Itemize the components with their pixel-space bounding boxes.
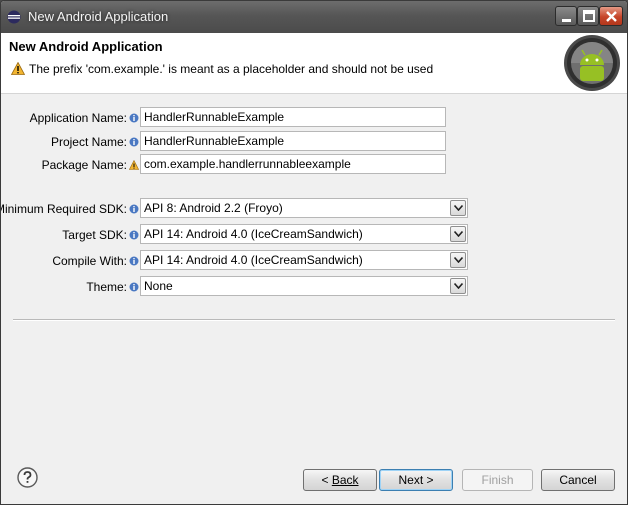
wizard-header: New Android Application The prefix 'com.… <box>1 33 627 94</box>
title-bar[interactable]: New Android Application <box>1 1 627 33</box>
finish-button[interactable]: Finish <box>462 469 533 491</box>
back-button[interactable]: < Back <box>303 469 377 491</box>
application-name-label: Application Name: <box>29 111 127 125</box>
min-sdk-label: Minimum Required SDK: <box>0 202 127 216</box>
minimize-icon <box>562 19 571 22</box>
compile-with-label: Compile With: <box>52 254 127 268</box>
package-name-input[interactable] <box>140 154 446 174</box>
close-button[interactable] <box>599 6 623 26</box>
info-icon <box>129 136 139 147</box>
minimize-button[interactable] <box>555 6 577 26</box>
package-name-label: Package Name: <box>41 158 127 172</box>
maximize-icon <box>583 10 595 22</box>
android-logo <box>563 34 621 95</box>
project-name-input[interactable] <box>140 131 446 151</box>
close-icon <box>606 11 617 22</box>
separator <box>13 319 615 321</box>
target-sdk-label: Target SDK: <box>62 228 127 242</box>
maximize-button[interactable] <box>577 6 599 26</box>
header-message: The prefix 'com.example.' is meant as a … <box>29 62 434 76</box>
theme-label: Theme: <box>86 280 127 294</box>
chevron-down-icon[interactable] <box>450 252 466 268</box>
warning-icon <box>128 159 140 170</box>
page-title: New Android Application <box>9 39 163 54</box>
help-icon <box>17 467 38 488</box>
chevron-down-icon[interactable] <box>450 226 466 242</box>
project-name-label: Project Name: <box>50 135 127 149</box>
info-icon <box>129 112 139 123</box>
dialog-window: New Android Application New Android Appl… <box>0 0 628 505</box>
info-icon <box>129 255 139 266</box>
compile-with-select[interactable]: API 14: Android 4.0 (IceCreamSandwich) <box>140 250 468 270</box>
chevron-down-icon[interactable] <box>450 200 466 216</box>
back-button-label: Back <box>331 473 359 487</box>
chevron-down-icon[interactable] <box>450 278 466 294</box>
theme-select[interactable]: None <box>140 276 468 296</box>
application-name-input[interactable] <box>140 107 446 127</box>
cancel-button[interactable]: Cancel <box>541 469 615 491</box>
target-sdk-select[interactable]: API 14: Android 4.0 (IceCreamSandwich) <box>140 224 468 244</box>
target-sdk-value: API 14: Android 4.0 (IceCreamSandwich) <box>144 227 363 241</box>
info-icon <box>129 281 139 292</box>
next-button[interactable]: Next > <box>379 469 453 491</box>
eclipse-icon <box>7 10 21 24</box>
back-prefix: < <box>321 473 332 487</box>
warning-icon <box>10 61 26 78</box>
theme-value: None <box>144 279 173 293</box>
min-sdk-value: API 8: Android 2.2 (Froyo) <box>144 201 283 215</box>
help-button[interactable] <box>17 467 38 488</box>
min-sdk-select[interactable]: API 8: Android 2.2 (Froyo) <box>140 198 468 218</box>
info-icon <box>129 229 139 240</box>
info-icon <box>129 203 139 214</box>
window-title: New Android Application <box>28 9 169 24</box>
compile-with-value: API 14: Android 4.0 (IceCreamSandwich) <box>144 253 363 267</box>
